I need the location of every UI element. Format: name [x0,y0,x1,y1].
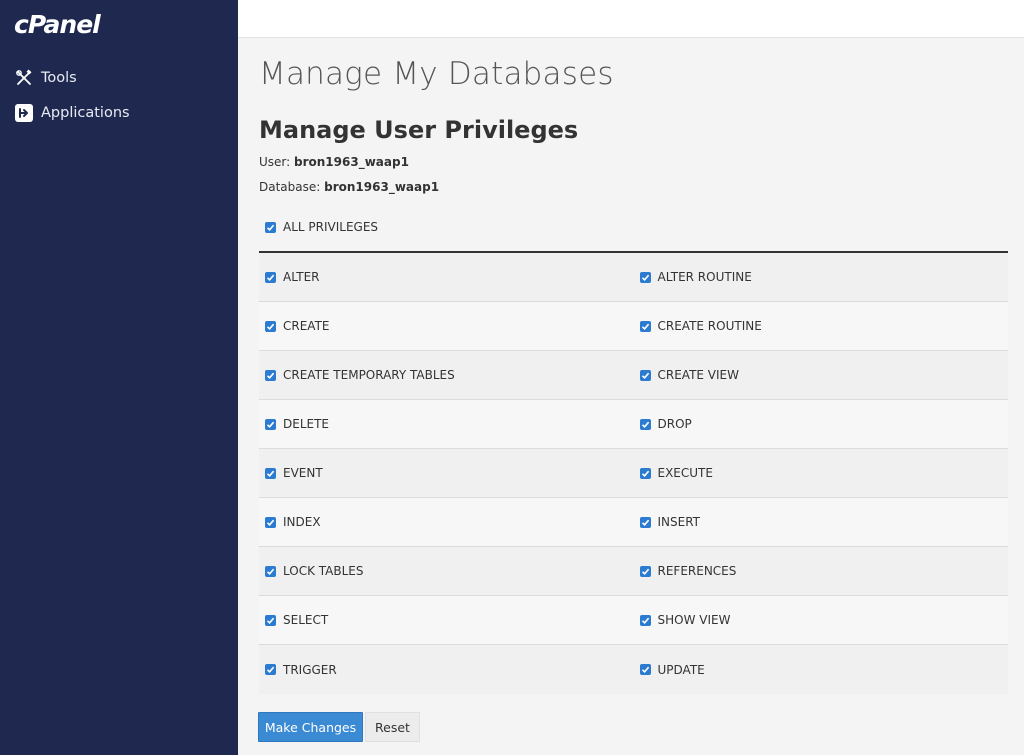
privilege-label: TRIGGER [283,662,337,677]
all-privileges-label: ALL PRIVILEGES [283,220,379,234]
checkbox-checked-icon[interactable] [265,271,276,283]
checkbox-checked-icon[interactable] [265,565,276,577]
privilege-label: CREATE TEMPORARY TABLES [283,368,455,382]
checkbox-checked-icon[interactable] [265,221,276,233]
checkbox-checked-icon[interactable] [265,664,276,675]
privilege-row: EVENT EXECUTE [259,449,1008,498]
privilege-checkbox[interactable]: ALTER ROUTINE [634,253,1009,301]
privilege-checkbox[interactable]: INDEX [259,498,634,546]
privilege-label: CREATE ROUTINE [657,319,762,333]
sidebar-item-label: Applications [41,105,130,121]
privilege-label: INSERT [657,515,701,529]
privilege-checkbox[interactable]: SHOW VIEW [634,596,1009,644]
privilege-label: CREATE VIEW [657,368,740,382]
sidebar-item-applications[interactable]: Applications [14,101,130,125]
user-label: User: [259,155,294,169]
checkbox-checked-icon[interactable] [265,369,276,381]
make-changes-button[interactable]: Make Changes [258,712,363,742]
checkbox-checked-icon[interactable] [639,369,651,381]
privilege-label: REFERENCES [657,564,737,578]
checkbox-checked-icon[interactable] [639,271,651,283]
privilege-label: UPDATE [657,662,705,677]
privilege-label: EXECUTE [657,466,713,480]
checkbox-checked-icon[interactable] [265,418,276,430]
checkbox-checked-icon[interactable] [639,418,651,430]
privilege-checkbox[interactable]: ALTER [259,253,634,301]
privilege-checkbox[interactable]: CREATE [259,302,634,350]
privilege-row: CREATE CREATE ROUTINE [259,302,1008,351]
privilege-label: EVENT [283,466,323,480]
user-info: User: bron1963_waap1 [259,155,409,169]
sidebar-item-tools[interactable]: Tools [14,66,77,90]
checkbox-checked-icon[interactable] [265,516,276,528]
privilege-row: CREATE TEMPORARY TABLES CREATE VIEW [259,351,1008,400]
checkbox-checked-icon[interactable] [639,467,651,479]
privilege-label: DELETE [283,417,330,431]
privilege-checkbox[interactable]: SELECT [259,596,634,644]
cpanel-logo[interactable]: cPanel [14,10,101,39]
checkbox-checked-icon[interactable] [265,467,276,479]
checkbox-checked-icon[interactable] [639,664,651,675]
privilege-checkbox[interactable]: TRIGGER [259,645,634,694]
user-value: bron1963_waap1 [294,155,409,169]
top-bar [238,0,1024,38]
section-title: Manage User Privileges [259,116,579,144]
applications-icon [14,103,34,123]
privilege-row: DELETE DROP [259,400,1008,449]
privilege-label: INDEX [283,515,321,529]
page-title: Manage My Databases [259,56,614,92]
sidebar-item-label: Tools [41,70,77,86]
privilege-label: DROP [657,417,692,431]
privilege-label: SHOW VIEW [657,613,731,627]
privilege-row: INDEX INSERT [259,498,1008,547]
privilege-checkbox[interactable]: CREATE TEMPORARY TABLES [259,351,634,399]
reset-button[interactable]: Reset [365,712,420,742]
privilege-row: ALTER ALTER ROUTINE [259,253,1008,302]
tools-icon [14,68,34,88]
checkbox-checked-icon[interactable] [639,565,651,577]
privileges-table: ALTER ALTER ROUTINE CREATE CREATE ROUTINE CR… [259,251,1008,694]
checkbox-checked-icon[interactable] [639,516,651,528]
privilege-checkbox[interactable]: EXECUTE [634,449,1009,497]
checkbox-checked-icon[interactable] [639,614,651,626]
privilege-row: SELECT SHOW VIEW [259,596,1008,645]
privilege-checkbox[interactable]: CREATE ROUTINE [634,302,1009,350]
privilege-checkbox[interactable]: REFERENCES [634,547,1009,595]
privilege-label: SELECT [283,613,329,627]
checkbox-checked-icon[interactable] [265,614,276,626]
database-info: Database: bron1963_waap1 [259,180,439,194]
privilege-label: LOCK TABLES [283,564,364,578]
privilege-checkbox[interactable]: DROP [634,400,1009,448]
database-label: Database: [259,180,325,194]
main-content: Manage My Databases Manage User Privileg… [238,38,1024,755]
privilege-label: ALTER [283,270,320,284]
privilege-checkbox[interactable]: CREATE VIEW [634,351,1009,399]
checkbox-checked-icon[interactable] [639,320,651,332]
privilege-row: TRIGGER UPDATE [259,645,1008,694]
privilege-checkbox[interactable]: DELETE [259,400,634,448]
all-privileges-checkbox[interactable]: ALL PRIVILEGES [265,220,378,234]
privilege-label: CREATE [283,319,330,333]
privilege-row: LOCK TABLES REFERENCES [259,547,1008,596]
privilege-checkbox[interactable]: EVENT [259,449,634,497]
privilege-checkbox[interactable]: INSERT [634,498,1009,546]
privilege-label: ALTER ROUTINE [657,270,752,284]
database-value: bron1963_waap1 [324,180,440,194]
checkbox-checked-icon[interactable] [265,320,276,332]
privilege-checkbox[interactable]: UPDATE [634,645,1009,694]
sidebar: cPanel Tools Applications [0,0,238,755]
privilege-checkbox[interactable]: LOCK TABLES [259,547,634,595]
